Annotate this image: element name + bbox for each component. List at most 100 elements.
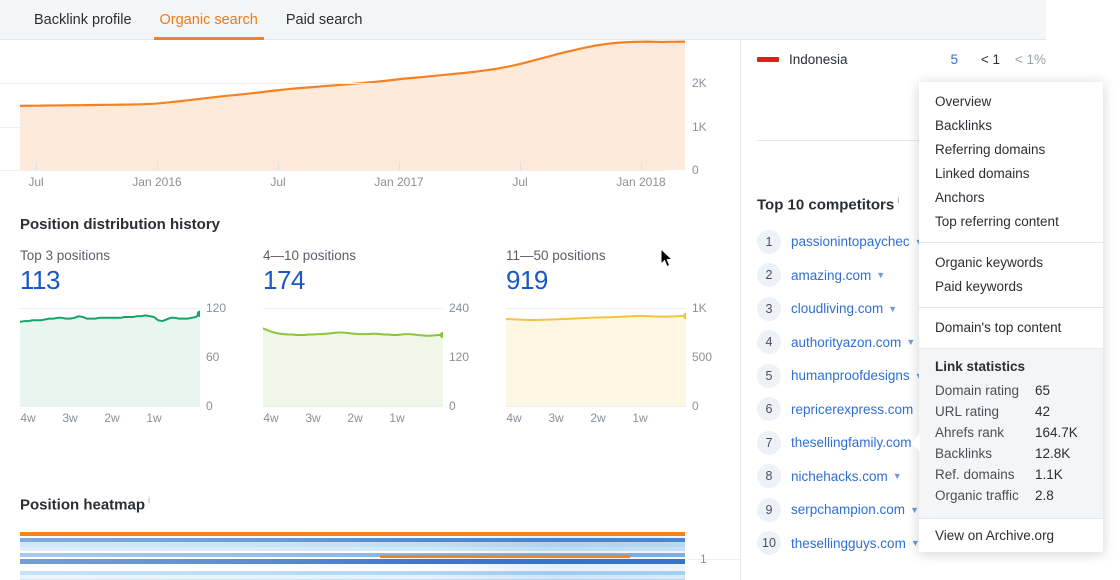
x-axis-tick: Jul — [270, 175, 285, 189]
menu-item-referring-domains[interactable]: Referring domains — [919, 138, 1103, 162]
sparkline-x-axis: 4w3w2w1w — [263, 411, 483, 427]
sparkline-y-tick: 120 — [206, 301, 226, 315]
position-card-4-10-positions: 4—10 positions17424012004w3w2w1w — [263, 248, 506, 427]
menu-item-paid-keywords[interactable]: Paid keywords — [919, 275, 1103, 299]
menu-item-backlinks[interactable]: Backlinks — [919, 114, 1103, 138]
flag-indonesia-icon — [757, 57, 779, 62]
competitor-domain-link[interactable]: humanproofdesigns — [791, 368, 910, 383]
info-icon[interactable]: i — [897, 195, 899, 205]
tab-backlink-profile[interactable]: Backlink profile — [20, 0, 146, 40]
competitor-rank: 7 — [757, 431, 781, 455]
tab-paid-search[interactable]: Paid search — [272, 0, 377, 40]
menu-item-anchors[interactable]: Anchors — [919, 186, 1103, 210]
position-distribution-heading: Position distribution history — [20, 216, 720, 234]
competitor-domain-link[interactable]: repricerexpress.com — [791, 402, 913, 417]
country-row-indonesia[interactable]: Indonesia 5 < 1 < 1% — [757, 44, 1046, 74]
gridline — [0, 83, 665, 84]
x-axis-tick: Jan 2018 — [616, 175, 665, 189]
link-stat-value: 1.1K — [1035, 464, 1063, 485]
sparkline-x-tick: 3w — [305, 411, 320, 425]
menu-item-overview[interactable]: Overview — [919, 90, 1103, 114]
position-card-value: 113 — [20, 265, 263, 296]
link-stat-value: 65 — [1035, 380, 1050, 401]
competitor-domain-link[interactable]: thesellingguys.com — [791, 536, 906, 551]
sparkline-y-tick: 500 — [692, 350, 712, 364]
gridline — [263, 406, 443, 407]
sparkline-x-tick: 2w — [104, 411, 119, 425]
menu-item-organic-keywords[interactable]: Organic keywords — [919, 251, 1103, 275]
view-on-archive-link[interactable]: View on Archive.org — [935, 528, 1087, 543]
position-card-sparkline: 1K5000 — [506, 308, 686, 406]
country-percent: < 1% — [1000, 52, 1046, 67]
link-stat-key: Backlinks — [935, 443, 1035, 464]
competitor-domain-link[interactable]: cloudliving.com — [791, 301, 883, 316]
competitor-domain-link[interactable]: passionintopaychec — [791, 234, 910, 249]
competitors-heading: Top 10 competitorsi — [757, 195, 899, 214]
x-axis-tickmark — [278, 162, 279, 170]
chevron-down-icon[interactable]: ▼ — [888, 304, 897, 314]
sparkline-x-tick: 2w — [347, 411, 362, 425]
dropdown-pointer-icon — [911, 434, 920, 452]
sparkline-x-axis: 4w3w2w1w — [506, 411, 726, 427]
competitor-rank: 8 — [757, 464, 781, 488]
menu-item-linked-domains[interactable]: Linked domains — [919, 162, 1103, 186]
competitor-domain-link[interactable]: serpchampion.com — [791, 502, 905, 517]
chevron-down-icon[interactable]: ▼ — [876, 270, 885, 280]
tab-organic-search[interactable]: Organic search — [146, 0, 272, 40]
competitor-domain-link[interactable]: amazing.com — [791, 268, 871, 283]
link-statistics-panel: Link statistics Domain rating65URL ratin… — [919, 348, 1103, 518]
x-axis-tick: Jul — [512, 175, 527, 189]
x-axis-tick: Jan 2017 — [374, 175, 423, 189]
competitor-rank: 5 — [757, 364, 781, 388]
competitor-domain-link[interactable]: authorityazon.com — [791, 335, 901, 350]
tab-list: Backlink profileOrganic searchPaid searc… — [0, 0, 1046, 40]
competitor-domain-link[interactable]: thesellingfamily.com — [791, 435, 912, 450]
link-stat-row: Domain rating65 — [935, 380, 1087, 401]
sparkline-x-tick: 4w — [263, 411, 278, 425]
position-distribution-cards: Top 3 positions1131206004w3w2w1w4—10 pos… — [20, 248, 730, 463]
info-icon[interactable]: i — [148, 495, 150, 505]
menu-item-top-referring-content[interactable]: Top referring content — [919, 210, 1103, 234]
link-stat-value: 42 — [1035, 401, 1050, 422]
gridline — [20, 406, 200, 407]
app-surface: Backlink profileOrganic searchPaid searc… — [0, 0, 1046, 580]
link-stat-key: Organic traffic — [935, 485, 1035, 506]
domain-context-dropdown: OverviewBacklinksReferring domainsLinked… — [919, 82, 1103, 552]
sparkline-x-tick: 1w — [146, 411, 161, 425]
dropdown-group: Domain's top content — [919, 307, 1103, 348]
gridline — [688, 559, 740, 560]
heatmap-highlight-streak — [380, 555, 630, 558]
chevron-down-icon[interactable]: ▼ — [910, 505, 919, 515]
sparkline-x-tick: 2w — [590, 411, 605, 425]
y-axis-tick: 0 — [692, 163, 699, 177]
competitor-rank: 1 — [757, 230, 781, 254]
gridline — [0, 170, 665, 171]
sparkline-x-tick: 4w — [506, 411, 521, 425]
position-card-label: 4—10 positions — [263, 248, 506, 263]
link-stat-row: Ahrefs rank164.7K — [935, 422, 1087, 443]
position-card-sparkline: 2401200 — [263, 308, 443, 406]
mouse-cursor — [660, 248, 674, 273]
link-stat-row: URL rating42 — [935, 401, 1087, 422]
position-heatmap-heading: Position heatmapi — [20, 495, 150, 514]
chevron-down-icon[interactable]: ▼ — [906, 337, 915, 347]
dropdown-footer: View on Archive.org — [919, 518, 1103, 552]
link-stat-key: URL rating — [935, 401, 1035, 422]
link-stat-value: 164.7K — [1035, 422, 1078, 443]
link-statistics-title: Link statistics — [935, 359, 1087, 374]
competitor-domain-link[interactable]: nichehacks.com — [791, 469, 888, 484]
position-card-label: 11—50 positions — [506, 248, 749, 263]
position-distribution-title: Position distribution history — [20, 216, 220, 233]
organic-traffic-plot — [20, 40, 685, 170]
competitor-rank: 4 — [757, 330, 781, 354]
country-keywords[interactable]: 5 — [924, 52, 958, 67]
chevron-down-icon[interactable]: ▼ — [893, 471, 902, 481]
sparkline-x-tick: 4w — [20, 411, 35, 425]
menu-item-domain-s-top-content[interactable]: Domain's top content — [919, 316, 1103, 340]
link-stat-key: Ref. domains — [935, 464, 1035, 485]
heatmap-y-tick: 1 — [700, 552, 707, 566]
x-axis-tickmark — [399, 162, 400, 170]
y-axis-tick: 1K — [692, 120, 707, 134]
link-stat-value: 2.8 — [1035, 485, 1054, 506]
competitor-rank: 2 — [757, 263, 781, 287]
